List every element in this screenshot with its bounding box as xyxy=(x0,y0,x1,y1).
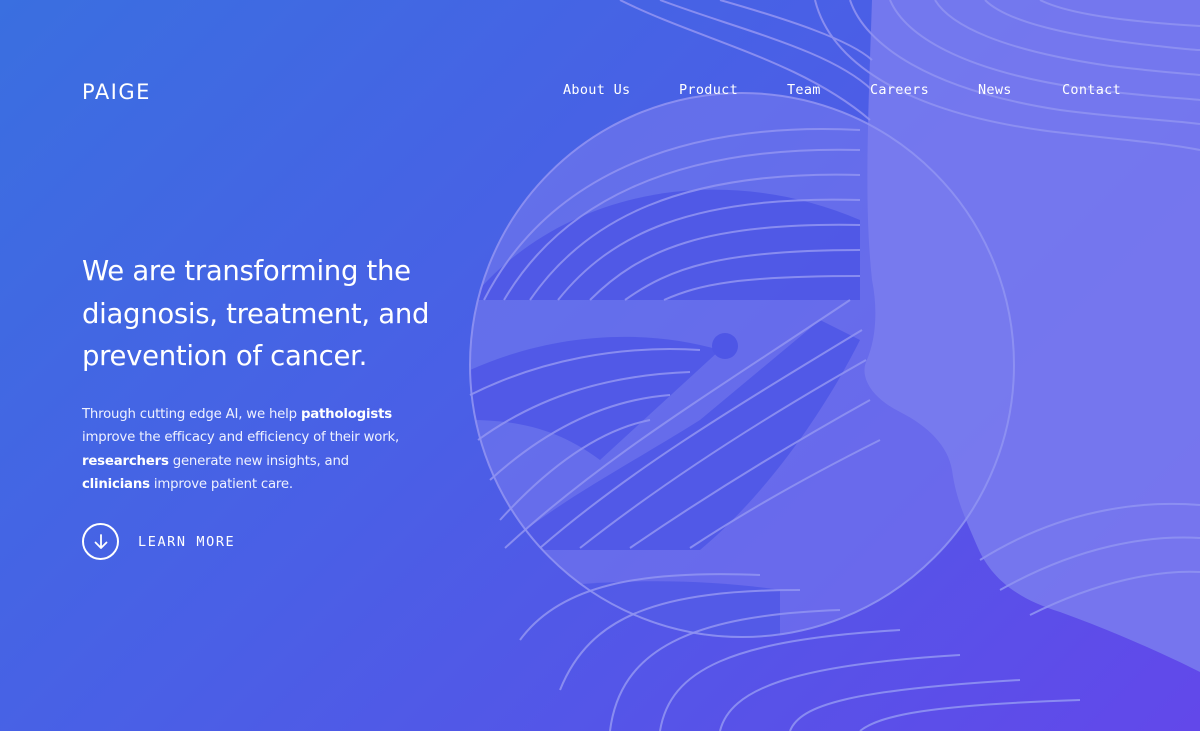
nav-team[interactable]: Team xyxy=(787,82,821,98)
hero-intro: Through cutting edge AI, we help patholo… xyxy=(82,403,412,496)
headline-line: diagnosis, treatment, and xyxy=(82,297,430,330)
nav-contact[interactable]: Contact xyxy=(1062,82,1121,98)
intro-highlight-pathologists: pathologists xyxy=(300,407,392,422)
nav-careers[interactable]: Careers xyxy=(870,82,929,98)
intro-text: generate new insights, and xyxy=(168,453,349,469)
nav-product[interactable]: Product xyxy=(679,82,738,98)
headline-line: prevention of cancer. xyxy=(82,340,368,372)
intro-text: improve patient care. xyxy=(149,476,293,492)
eye-dot xyxy=(712,333,738,359)
headline-line: We are transforming the xyxy=(82,255,411,287)
face-silhouette xyxy=(864,0,1200,731)
arrow-down-icon[interactable] xyxy=(82,523,119,560)
intro-text: Through cutting edge AI, we help xyxy=(82,407,301,422)
learn-more-label[interactable]: LEARN MORE xyxy=(138,534,235,550)
hero-headline: We are transforming the diagnosis, treat… xyxy=(82,250,502,378)
intro-text: improve the efficacy and efficiency of t… xyxy=(82,430,399,446)
intro-highlight-clinicians: clinicians xyxy=(82,476,150,492)
nav-about-us[interactable]: About Us xyxy=(563,82,630,98)
learn-more-button[interactable]: LEARN MORE xyxy=(82,523,235,560)
nav-news[interactable]: News xyxy=(978,82,1012,98)
intro-highlight-researchers: researchers xyxy=(82,453,169,469)
main-nav: About Us Product Team Careers News Conta… xyxy=(0,82,1200,102)
